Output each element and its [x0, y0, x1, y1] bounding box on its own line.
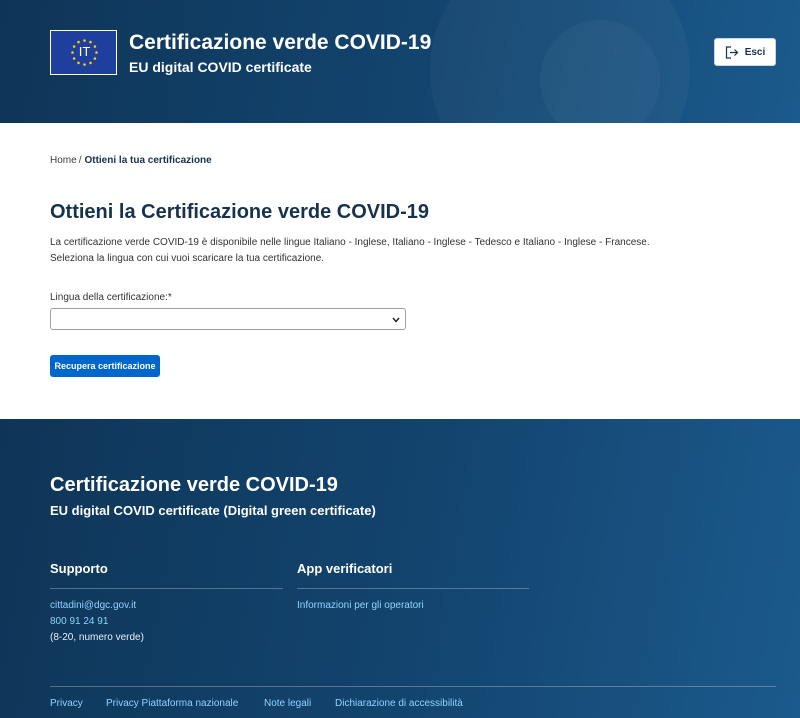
footer-title: Certificazione verde COVID-19 [50, 474, 338, 496]
breadcrumb: Home / Ottieni la tua certificazione [50, 155, 212, 166]
site-header: IT Certificazione verde COVID-19 EU digi… [0, 0, 800, 123]
legal-notes-link[interactable]: Note legali [264, 698, 311, 709]
language-field-label: Lingua della certificazione:* [50, 292, 172, 303]
chevron-down-icon [392, 317, 400, 323]
breadcrumb-home-link[interactable]: Home [50, 155, 77, 166]
support-phone-link[interactable]: 800 91 24 91 [50, 616, 108, 627]
verifier-apps-heading: App verificatori [297, 561, 393, 576]
sign-out-icon [725, 45, 739, 59]
exit-button-label: Esci [744, 46, 766, 58]
support-email-link[interactable]: cittadini@dgc.gov.it [50, 600, 136, 611]
breadcrumb-separator: / [78, 155, 82, 166]
support-heading: Supporto [50, 561, 108, 576]
description-line: La certificazione verde COVID-19 è dispo… [50, 237, 650, 248]
retrieve-certificate-button[interactable]: Recupera certificazione [50, 355, 160, 377]
footer-subtitle: EU digital COVID certificate (Digital gr… [50, 503, 376, 518]
operators-info-link[interactable]: Informazioni per gli operatori [297, 600, 424, 611]
site-footer: Certificazione verde COVID-19 EU digital… [0, 419, 800, 718]
privacy-national-platform-link[interactable]: Privacy Piattaforma nazionale [106, 698, 238, 709]
support-hours: (8-20, numero verde) [50, 632, 144, 643]
breadcrumb-current: Ottieni la tua certificazione [84, 155, 212, 166]
exit-button[interactable]: Esci [714, 38, 776, 66]
site-title: Certificazione verde COVID-19 [129, 31, 432, 54]
page-title: Ottieni la Certificazione verde COVID-19 [50, 201, 429, 223]
description-line: Seleziona la lingua con cui vuoi scarica… [50, 253, 325, 264]
country-code: IT [78, 44, 91, 59]
support-divider [50, 588, 283, 589]
site-subtitle: EU digital COVID certificate [129, 59, 312, 75]
page-description: La certificazione verde COVID-19 è dispo… [50, 235, 770, 267]
verifier-apps-divider [297, 588, 529, 589]
language-select[interactable] [50, 308, 406, 330]
accessibility-statement-link[interactable]: Dichiarazione di accessibilità [335, 698, 463, 709]
footer-bottom-divider [50, 686, 776, 687]
eu-flag-logo: IT [50, 30, 117, 75]
privacy-link[interactable]: Privacy [50, 698, 83, 709]
